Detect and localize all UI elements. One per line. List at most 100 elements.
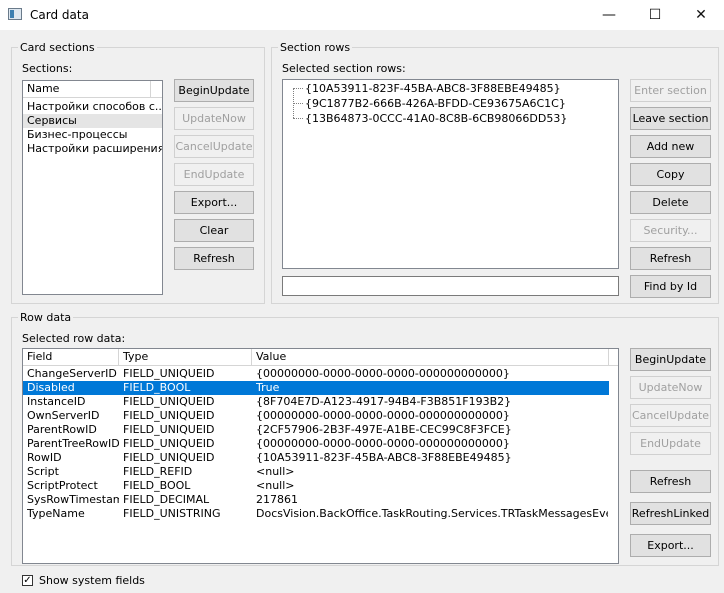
maximize-button[interactable]: ☐ — [632, 0, 678, 30]
header-filler — [151, 81, 162, 97]
sections-list[interactable]: Name Настройки способов с... Сервисы Биз… — [22, 80, 163, 295]
sections-export-button[interactable]: Export... — [174, 191, 254, 214]
title-bar: Card data — ☐ ✕ — [0, 0, 724, 30]
sections-update-now-button[interactable]: UpdateNow — [174, 107, 254, 130]
delete-button[interactable]: Delete — [630, 191, 711, 214]
type-cell: FIELD_BOOL — [123, 381, 191, 394]
value-cell: {00000000-0000-0000-0000-000000000000} — [256, 367, 510, 380]
column-field[interactable]: Field — [23, 349, 119, 365]
value-cell: True — [256, 381, 280, 394]
field-cell: ParentTreeRowID — [27, 437, 119, 450]
tree-line — [293, 118, 303, 119]
value-cell: {00000000-0000-0000-0000-000000000000} — [256, 437, 510, 450]
sections-end-update-button[interactable]: EndUpdate — [174, 163, 254, 186]
section-rows-tree[interactable]: {10A53911-823F-45BA-ABC8-3F88EBE49485} {… — [282, 79, 619, 269]
row-data-body: ChangeServerID FIELD_UNIQUEID {00000000-00… — [23, 366, 618, 562]
field-cell: ScriptProtect — [27, 479, 98, 492]
sections-begin-update-button[interactable]: BeginUpdate — [174, 79, 254, 102]
card-sections-title: Card sections — [18, 41, 97, 54]
section-rows-refresh-button[interactable]: Refresh — [630, 247, 711, 270]
field-cell: RowID — [27, 451, 62, 464]
row-data-header: Field Type Value — [23, 349, 618, 366]
add-new-button[interactable]: Add new — [630, 135, 711, 158]
value-cell: {00000000-0000-0000-0000-000000000000} — [256, 409, 510, 422]
rows-update-now-button[interactable]: UpdateNow — [630, 376, 711, 399]
field-cell: InstanceID — [27, 395, 86, 408]
field-cell: SysRowTimestamp — [27, 493, 119, 506]
value-cell: <null> — [256, 479, 295, 492]
field-cell: ParentRowID — [27, 423, 97, 436]
close-button[interactable]: ✕ — [678, 0, 724, 30]
rows-refresh-button[interactable]: Refresh — [630, 470, 711, 493]
table-row[interactable]: InstanceID FIELD_UNIQUEID {8F704E7D-A123-4… — [23, 395, 609, 409]
find-by-id-button[interactable]: Find by Id — [630, 275, 711, 298]
section-row-item[interactable]: {13B64873-0CCC-41A0-8C8B-6CB98066DD53} — [305, 111, 567, 126]
type-cell: FIELD_UNISTRING — [123, 507, 221, 520]
sections-clear-button[interactable]: Clear — [174, 219, 254, 242]
minimize-button[interactable]: — — [586, 0, 632, 30]
show-system-fields-label: Show system fields — [39, 574, 145, 587]
show-system-fields-checkbox[interactable]: ✓ — [22, 575, 33, 586]
table-row[interactable]: OwnServerID FIELD_UNIQUEID {00000000-0000-… — [23, 409, 609, 423]
value-cell: {10A53911-823F-45BA-ABC8-3F88EBE49485} — [256, 451, 512, 464]
type-cell: FIELD_UNIQUEID — [123, 409, 215, 422]
field-cell: Script — [27, 465, 59, 478]
type-cell: FIELD_UNIQUEID — [123, 367, 215, 380]
tree-line — [293, 103, 303, 104]
row-data-title: Row data — [18, 311, 74, 324]
section-item[interactable]: Настройки способов с... — [23, 100, 162, 114]
type-cell: FIELD_UNIQUEID — [123, 451, 215, 464]
rows-end-update-button[interactable]: EndUpdate — [630, 432, 711, 455]
sections-label: Sections: — [22, 62, 73, 75]
table-row[interactable]: ChangeServerID FIELD_UNIQUEID {00000000-00… — [23, 367, 609, 381]
value-cell: DocsVision.BackOffice.TaskRouting.Servic… — [256, 507, 608, 520]
find-id-input[interactable] — [282, 276, 619, 296]
field-cell: ChangeServerID — [27, 367, 117, 380]
value-cell: {2CF57906-2B3F-497E-A1BE-CEC99C8F3FCE} — [256, 423, 512, 436]
value-cell: {8F704E7D-A123-4917-94B4-F3B851F193B2} — [256, 395, 512, 408]
security-button[interactable]: Security... — [630, 219, 711, 242]
window-title: Card data — [30, 8, 89, 22]
tree-line — [293, 88, 303, 89]
type-cell: FIELD_DECIMAL — [123, 493, 210, 506]
type-cell: FIELD_UNIQUEID — [123, 395, 215, 408]
table-row[interactable]: RowID FIELD_UNIQUEID {10A53911-823F-45BA-A… — [23, 451, 609, 465]
refresh-linked-button[interactable]: RefreshLinked — [630, 502, 711, 525]
type-cell: FIELD_BOOL — [123, 479, 191, 492]
selected-section-rows-label: Selected section rows: — [282, 62, 406, 75]
app-icon — [8, 8, 22, 20]
copy-button[interactable]: Copy — [630, 163, 711, 186]
type-cell: FIELD_UNIQUEID — [123, 437, 215, 450]
header-filler — [609, 349, 618, 365]
table-row[interactable]: Script FIELD_REFID <null> — [23, 465, 609, 479]
section-rows-title: Section rows — [278, 41, 353, 54]
sections-list-header: Name — [23, 81, 162, 98]
value-cell: 217861 — [256, 493, 298, 506]
section-item[interactable]: Настройки расширения — [23, 142, 162, 156]
rows-begin-update-button[interactable]: BeginUpdate — [630, 348, 711, 371]
table-row[interactable]: SysRowTimestamp FIELD_DECIMAL 217861 — [23, 493, 609, 507]
section-row-item[interactable]: {9C1877B2-666B-426A-BFDD-CE93675A6C1C} — [305, 96, 566, 111]
rows-export-button[interactable]: Export... — [630, 534, 711, 557]
sections-refresh-button[interactable]: Refresh — [174, 247, 254, 270]
enter-section-button[interactable]: Enter section — [630, 79, 711, 102]
section-row-item[interactable]: {10A53911-823F-45BA-ABC8-3F88EBE49485} — [305, 81, 561, 96]
table-row[interactable]: ScriptProtect FIELD_BOOL <null> — [23, 479, 609, 493]
type-cell: FIELD_UNIQUEID — [123, 423, 215, 436]
column-name[interactable]: Name — [23, 81, 151, 97]
leave-section-button[interactable]: Leave section — [630, 107, 711, 130]
table-row[interactable]: ParentTreeRowID FIELD_UNIQUEID {00000000-0… — [23, 437, 609, 451]
table-row[interactable]: ParentRowID FIELD_UNIQUEID {2CF57906-2B3F-… — [23, 423, 609, 437]
table-row[interactable]: TypeName FIELD_UNISTRING DocsVision.BackOf… — [23, 507, 609, 521]
sections-cancel-update-button[interactable]: CancelUpdate — [174, 135, 254, 158]
value-cell: <null> — [256, 465, 295, 478]
section-item[interactable]: Бизнес-процессы — [23, 128, 162, 142]
column-value[interactable]: Value — [252, 349, 609, 365]
selected-row-data-label: Selected row data: — [22, 332, 126, 345]
row-data-table[interactable]: Field Type Value ChangeServerID FIELD_UNI… — [22, 348, 619, 564]
rows-cancel-update-button[interactable]: CancelUpdate — [630, 404, 711, 427]
section-item-selected[interactable]: Сервисы — [23, 114, 162, 128]
column-type[interactable]: Type — [119, 349, 252, 365]
table-row-selected[interactable]: Disabled FIELD_BOOL True — [23, 380, 610, 396]
type-cell: FIELD_REFID — [123, 465, 193, 478]
